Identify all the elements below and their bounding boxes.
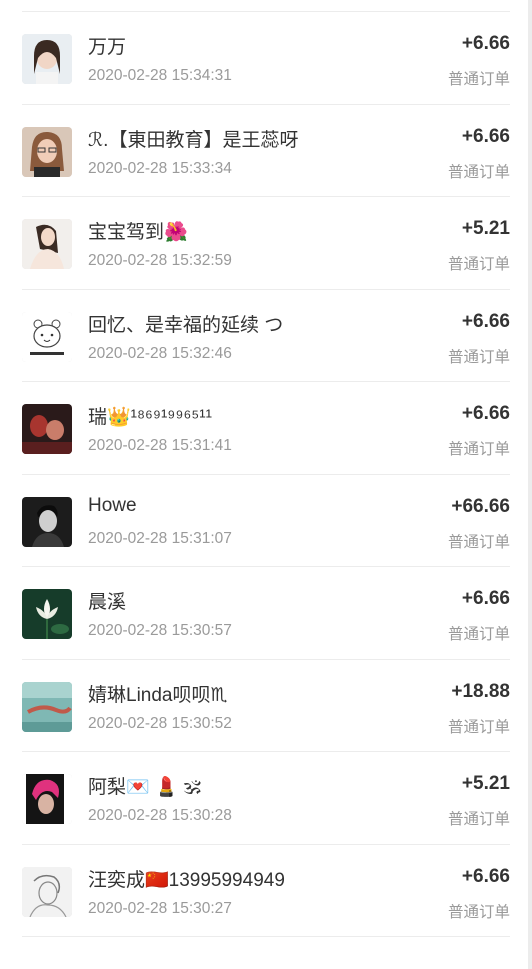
list-item[interactable]: 回忆、是幸福的延续 つ 2020-02-28 15:32:46 +6.66 普通… <box>22 290 510 382</box>
order-list-page: 万万 2020-02-28 15:34:31 +6.66 普通订单 ℛ.【東田教… <box>0 0 532 969</box>
buyer-name: ℛ.【東田教育】是王蕊呀 <box>88 129 299 151</box>
order-type: 普通订单 <box>447 626 510 643</box>
list-item[interactable]: 晨溪 2020-02-28 15:30:57 +6.66 普通订单 <box>22 567 510 660</box>
order-amount: +6.66 <box>461 588 510 609</box>
portrait-man-bw-icon <box>22 496 72 547</box>
list-item[interactable]: 婧琳Linda呗呗♏ 2020-02-28 15:30:52 +18.88 普通… <box>22 660 510 752</box>
avatar <box>22 219 72 269</box>
order-time: 2020-02-28 15:31:07 <box>88 529 232 547</box>
pink-hair-portrait-icon <box>22 774 72 824</box>
cartoon-bear-icon <box>22 311 72 362</box>
order-time: 2020-02-28 15:30:27 <box>88 899 232 917</box>
order-time: 2020-02-28 15:30:28 <box>88 807 232 824</box>
order-type: 普通订单 <box>447 348 510 366</box>
order-amount: +18.88 <box>451 680 510 702</box>
avatar <box>22 34 72 84</box>
avatar <box>22 126 72 177</box>
order-amount: +5.21 <box>461 218 510 239</box>
buyer-name: 宝宝驾到🌺 <box>88 222 188 243</box>
list-item[interactable]: 宝宝驾到🌺 2020-02-28 15:32:59 +5.21 普通订单 <box>22 197 510 290</box>
order-list: 万万 2020-02-28 15:34:31 +6.66 普通订单 ℛ.【東田教… <box>0 12 532 937</box>
list-item[interactable]: 汪奕成🇨🇳13995994949 2020-02-28 15:30:27 +6.… <box>22 845 510 937</box>
buyer-name: 晨溪 <box>88 592 127 613</box>
order-amount: +6.66 <box>461 865 510 887</box>
list-item[interactable]: 瑞👑¹⁸⁶⁹¹⁹⁹⁶⁵¹¹ 2020-02-28 15:31:41 +6.66 … <box>22 382 510 475</box>
avatar <box>22 681 72 732</box>
order-time: 2020-02-28 15:30:57 <box>88 622 232 639</box>
avatar <box>22 311 72 362</box>
buyer-name: 万万 <box>88 37 127 58</box>
order-time: 2020-02-28 15:32:59 <box>88 252 232 269</box>
order-amount: +5.21 <box>461 773 510 794</box>
order-type: 普通订单 <box>447 441 510 458</box>
order-type: 普通订单 <box>447 533 510 551</box>
couple-photo-icon <box>22 404 72 454</box>
order-type: 普通订单 <box>447 903 510 921</box>
underwater-scene-icon <box>22 681 72 732</box>
order-amount: +6.66 <box>461 33 510 54</box>
order-time: 2020-02-28 15:30:52 <box>88 714 232 732</box>
lotus-flower-icon <box>22 589 72 639</box>
list-item[interactable]: 阿梨💌 💄 🕉 2020-02-28 15:30:28 +5.21 普通订单 <box>22 752 510 845</box>
buyer-name: Howe <box>88 494 137 516</box>
buyer-name: 瑞👑¹⁸⁶⁹¹⁹⁹⁶⁵¹¹ <box>88 407 212 428</box>
avatar <box>22 404 72 454</box>
order-time: 2020-02-28 15:32:46 <box>88 344 232 362</box>
list-item[interactable]: 万万 2020-02-28 15:34:31 +6.66 普通订单 <box>22 12 510 105</box>
order-amount: +6.66 <box>461 125 510 147</box>
order-amount: +66.66 <box>451 495 510 517</box>
order-type: 普通订单 <box>447 256 510 273</box>
order-amount: +6.66 <box>461 310 510 332</box>
avatar <box>22 496 72 547</box>
order-type: 普通订单 <box>447 71 510 88</box>
portrait-woman-icon <box>22 34 72 84</box>
order-type: 普通订单 <box>447 163 510 181</box>
buyer-name: 阿梨💌 💄 🕉 <box>88 777 201 798</box>
order-time: 2020-02-28 15:33:34 <box>88 159 232 177</box>
avatar <box>22 774 72 824</box>
order-amount: +6.66 <box>461 403 510 424</box>
buyer-name: 婧琳Linda呗呗♏ <box>88 684 228 706</box>
portrait-woman-pose-icon <box>22 219 72 269</box>
order-time: 2020-02-28 15:34:31 <box>88 67 232 84</box>
portrait-woman-glasses-icon <box>22 126 72 177</box>
order-type: 普通订单 <box>447 718 510 736</box>
list-item[interactable]: ℛ.【東田教育】是王蕊呀 2020-02-28 15:33:34 +6.66 普… <box>22 105 510 197</box>
order-time: 2020-02-28 15:31:41 <box>88 437 232 454</box>
avatar <box>22 866 72 917</box>
buyer-name: 回忆、是幸福的延续 つ <box>88 314 284 336</box>
sketch-portrait-icon <box>22 866 72 917</box>
avatar <box>22 589 72 639</box>
list-item[interactable]: Howe 2020-02-28 15:31:07 +66.66 普通订单 <box>22 475 510 567</box>
buyer-name: 汪奕成🇨🇳13995994949 <box>88 869 285 891</box>
order-type: 普通订单 <box>447 811 510 828</box>
